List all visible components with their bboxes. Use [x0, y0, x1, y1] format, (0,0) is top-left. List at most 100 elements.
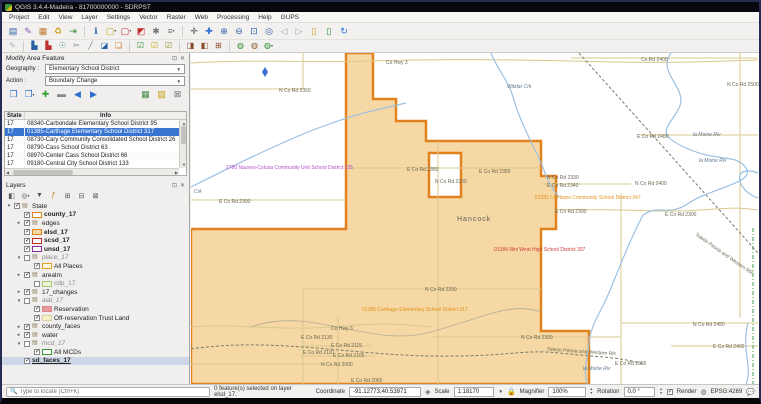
layer-checkbox[interactable]: ✓ — [24, 289, 30, 295]
layer-checkbox[interactable]: ✓ — [24, 324, 30, 330]
step-down-icon[interactable]: ▼ — [659, 392, 662, 396]
layer-checkbox[interactable]: ✓ — [34, 263, 40, 269]
menu-item-project[interactable]: Project — [9, 14, 29, 21]
panel-left-icon[interactable]: ◨ — [184, 41, 197, 52]
menu-item-vector[interactable]: Vector — [139, 14, 157, 21]
float-panel-icon[interactable]: ⊡ — [172, 55, 177, 62]
vertical-scrollbar[interactable]: ▲ ▼ — [179, 120, 186, 168]
layer-checkbox[interactable]: ✓ — [24, 212, 30, 218]
copy-options-button[interactable]: ❐▾ — [23, 89, 36, 100]
layer-checkbox[interactable] — [24, 298, 30, 304]
layer-checkbox[interactable]: ✓ — [24, 238, 30, 244]
action-select[interactable]: Boundary Change ▼ — [45, 76, 185, 86]
layer-item-county-17[interactable]: ✓county_17 — [2, 211, 189, 220]
style-swap-icon[interactable]: ◪ — [98, 41, 111, 52]
layer-item-mcd-17[interactable]: ▾▤mcd_17 — [2, 340, 189, 349]
chevron-down-icon[interactable]: ▼ — [498, 389, 502, 394]
menu-item-settings[interactable]: Settings — [107, 14, 131, 21]
layer-checkbox[interactable]: ✓ — [14, 203, 20, 209]
rotation-stepper[interactable]: ▲▼ — [659, 388, 662, 395]
menu-item-help[interactable]: Help — [258, 14, 271, 21]
layer-item-place-17[interactable]: ▾▤place_17 — [2, 254, 189, 263]
zoom-native-icon[interactable]: ◎ — [262, 25, 276, 38]
layer-checkbox[interactable]: ✓ — [24, 358, 30, 364]
layer-item-county-faces[interactable]: ▸✓▤county_faces — [2, 322, 189, 331]
globe-green-icon[interactable]: ◍ — [234, 41, 247, 52]
scrollbar-thumb[interactable] — [13, 170, 73, 175]
step-down-icon[interactable]: ▼ — [590, 392, 593, 396]
table-row[interactable]: 1701385-Carthage Elementary School Distr… — [5, 128, 179, 136]
styling-panel-icon[interactable]: ◧ — [6, 191, 17, 201]
geography-select[interactable]: Elementary School District ▼ — [45, 64, 185, 74]
layer-checkbox[interactable]: ✓ — [24, 220, 30, 226]
copy-style-icon[interactable]: ❏ — [112, 41, 125, 52]
select-by-value-icon[interactable]: ◩ — [134, 25, 148, 38]
attribute-table-button[interactable]: ▦ — [139, 89, 152, 100]
magnifier-value[interactable]: 100% — [548, 387, 585, 397]
layer-item-sd-faces-17[interactable]: ✓sd_faces_17 — [2, 357, 189, 366]
coordinate-value[interactable]: -91.12773,40.53971 — [349, 387, 421, 397]
style-manager-icon[interactable]: ✎ — [21, 25, 35, 38]
bar-chart-blue-icon[interactable]: ▙ — [28, 41, 41, 52]
expander-icon[interactable]: ▾ — [16, 255, 22, 261]
expander-icon[interactable]: ▸ — [16, 272, 22, 278]
check-layer-icon[interactable]: ☑ — [134, 41, 147, 52]
table-row[interactable]: 1708790-Cass School District 63 — [5, 144, 179, 152]
menu-item-processing[interactable]: Processing — [217, 14, 249, 21]
close-tool-button[interactable]: ⊠ — [171, 89, 184, 100]
pan-map-icon[interactable]: ✛ — [187, 25, 201, 38]
node-edit-icon[interactable]: ✂ — [70, 41, 83, 52]
data-source-manager-icon[interactable]: ▦ — [36, 25, 50, 38]
column-header-state[interactable]: State — [5, 112, 25, 119]
expander-icon[interactable]: ▸ — [16, 289, 22, 295]
deselect-features-icon[interactable]: ▢▾ — [119, 25, 133, 38]
layer-item-edges[interactable]: ▸✓▤edges — [2, 219, 189, 228]
check-form-icon[interactable]: ☑ — [162, 41, 175, 52]
layer-item-arealm[interactable]: ▸✓▤arealm — [2, 271, 189, 280]
import-layer-icon[interactable]: ⇥ — [66, 25, 80, 38]
check-layout-icon[interactable]: ☑ — [148, 41, 161, 52]
refresh-icon[interactable]: ↻ — [337, 25, 351, 38]
select-features-icon[interactable]: ▢▾ — [104, 25, 118, 38]
identify-features-icon[interactable]: ℹ — [89, 25, 103, 38]
layer-checkbox[interactable] — [24, 255, 30, 261]
panel-right-icon[interactable]: ⊞ — [212, 41, 225, 52]
layer-checkbox[interactable]: ✓ — [34, 315, 40, 321]
menu-item-web[interactable]: Web — [195, 14, 208, 21]
messages-icon[interactable]: 💬 — [746, 388, 755, 396]
close-panel-icon[interactable]: ✕ — [180, 182, 185, 189]
show-bookmarks-icon[interactable]: ▯ — [322, 25, 336, 38]
ruler-icon[interactable]: ╱ — [84, 41, 97, 52]
measure-icon[interactable]: ≡▾ — [164, 25, 178, 38]
menu-item-raster[interactable]: Raster — [167, 14, 186, 21]
layer-checkbox[interactable] — [34, 281, 40, 287]
locator-search[interactable]: 🔍 — [6, 387, 210, 397]
save-icon[interactable]: ▤ — [6, 25, 20, 38]
map-canvas[interactable]: Co Hwy 3Co Rd 2400N Co Rd 2350Witzlar Cr… — [191, 53, 759, 384]
map-themes-icon[interactable]: ◎▾ — [20, 191, 31, 201]
expander-icon[interactable]: ▸ — [16, 332, 22, 338]
layer-item-all-places[interactable]: ✓All Places — [2, 262, 189, 271]
column-header-info[interactable]: Info — [25, 112, 186, 119]
scrollbar-thumb[interactable] — [181, 126, 186, 144]
horizontal-scrollbar[interactable]: ◀ ▶ — [5, 168, 179, 175]
bar-chart-red-icon[interactable]: ▙ — [42, 41, 55, 52]
zoom-full-icon[interactable]: ⊡ — [247, 25, 261, 38]
globe-add-icon[interactable]: ◍▾ — [262, 41, 275, 52]
zoom-next-icon[interactable]: ▷ — [292, 25, 306, 38]
scroll-down-icon[interactable]: ▼ — [182, 162, 186, 167]
rotation-value[interactable]: 0.0 ° — [624, 387, 656, 397]
remove-layer-icon[interactable]: ⊠ — [90, 191, 101, 201]
epsg-label[interactable]: EPSG:4269 — [711, 389, 743, 395]
layer-checkbox[interactable]: ✓ — [24, 229, 30, 235]
layer-item-cdp-17[interactable]: cdp_17 — [2, 279, 189, 288]
layer-item-elsd-17[interactable]: ✓elsd_17 — [2, 228, 189, 237]
expander-icon[interactable]: ▸ — [16, 220, 22, 226]
expander-icon[interactable]: ▾ — [16, 341, 22, 347]
menu-item-gups[interactable]: GUPS — [281, 14, 299, 21]
float-panel-icon[interactable]: ⊡ — [172, 182, 177, 189]
layer-checkbox[interactable]: ✓ — [24, 332, 30, 338]
expander-icon[interactable]: ▸ — [16, 324, 22, 330]
globe-icon[interactable]: ◍ — [700, 388, 706, 396]
collapse-all-icon[interactable]: ⊟ — [76, 191, 87, 201]
